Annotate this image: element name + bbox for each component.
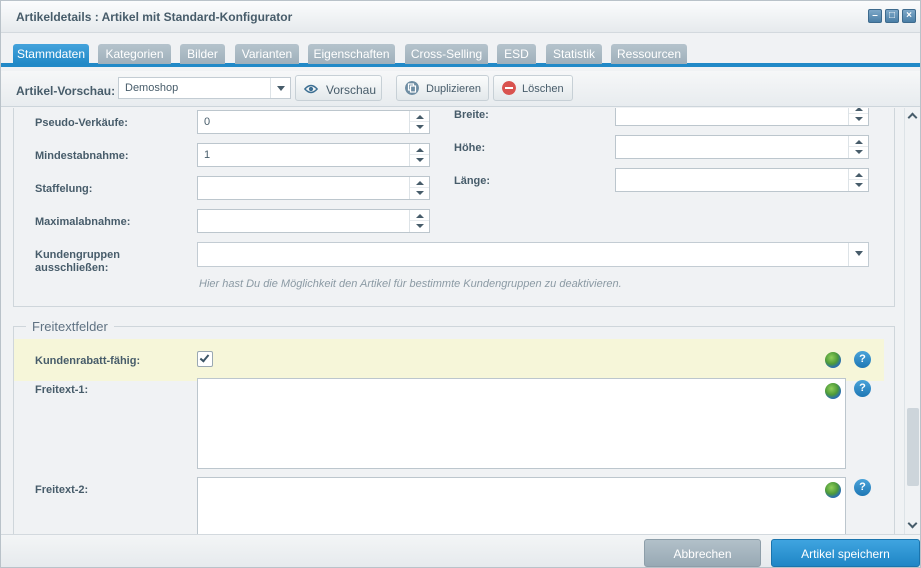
save-article-button[interactable]: Artikel speichern — [771, 539, 920, 567]
tab-statistik[interactable]: Statistik — [546, 44, 602, 64]
checkmark-icon — [199, 352, 210, 363]
copy-icon — [405, 81, 419, 95]
footer: Abbrechen Artikel speichern — [1, 534, 920, 567]
globe-icon[interactable] — [825, 482, 841, 498]
freetext1-textarea[interactable] — [197, 378, 846, 469]
width-field[interactable] — [615, 108, 869, 126]
graduation-label: Staffelung: — [35, 183, 93, 195]
customer-groups-label-line2: ausschließen: — [35, 262, 109, 274]
tab-varianten[interactable]: Varianten — [235, 44, 299, 64]
close-button[interactable]: × — [902, 9, 916, 23]
help-icon[interactable]: ? — [854, 351, 871, 368]
maximize-icon: □ — [888, 10, 896, 21]
tab-esd[interactable]: ESD — [497, 44, 536, 64]
chevron-down-icon[interactable] — [270, 78, 290, 98]
tab-cross-selling[interactable]: Cross-Selling — [405, 44, 488, 64]
min-purchase-field[interactable]: 1 — [197, 143, 430, 167]
help-icon[interactable]: ? — [854, 479, 871, 496]
duplicate-button[interactable]: Duplizieren — [396, 75, 489, 101]
tab-eigenschaften[interactable]: Eigenschaften — [308, 44, 395, 64]
globe-icon[interactable] — [825, 383, 841, 399]
window-title: Artikeldetails : Artikel mit Standard-Ko… — [16, 10, 293, 24]
width-label: Breite: — [454, 109, 489, 121]
spinner[interactable] — [409, 111, 429, 133]
spinner[interactable] — [848, 169, 868, 191]
minimize-button[interactable]: – — [868, 9, 882, 23]
shop-select[interactable]: Demoshop — [118, 77, 291, 99]
vertical-scrollbar[interactable] — [904, 108, 920, 534]
minimize-icon: – — [872, 10, 878, 21]
spinner[interactable] — [409, 177, 429, 199]
preview-button-label: Vorschau — [326, 83, 377, 97]
toolbar: Artikel-Vorschau: Demoshop Vorschau Dupl… — [1, 71, 920, 107]
freetext2-textarea[interactable] — [197, 477, 846, 534]
scrollbar-thumb[interactable] — [907, 408, 919, 486]
minus-circle-icon — [502, 81, 516, 95]
pseudo-sales-field[interactable]: 0 — [197, 110, 430, 134]
tab-bar: Stammdaten Kategorien Bilder Varianten E… — [1, 34, 920, 67]
height-label: Höhe: — [454, 142, 486, 154]
spinner[interactable] — [409, 144, 429, 166]
min-purchase-label: Mindestabnahme: — [35, 150, 129, 162]
min-purchase-value: 1 — [204, 149, 211, 161]
freetext-legend: Freitextfelder — [26, 319, 114, 334]
pseudo-sales-value: 0 — [204, 116, 211, 128]
pseudo-sales-label: Pseudo-Verkäufe: — [35, 117, 128, 129]
cancel-button[interactable]: Abbrechen — [644, 539, 761, 567]
max-purchase-field[interactable] — [197, 209, 430, 233]
eye-icon — [304, 84, 318, 94]
chevron-down-icon[interactable] — [848, 243, 868, 266]
delete-button-label: Löschen — [522, 83, 564, 95]
globe-icon[interactable] — [825, 352, 841, 368]
spinner[interactable] — [409, 210, 429, 232]
preview-button[interactable]: Vorschau — [295, 75, 382, 101]
scroll-up-icon[interactable] — [907, 112, 918, 123]
delete-button[interactable]: Löschen — [493, 75, 573, 101]
customer-groups-hint: Hier hast Du die Möglichkeit den Artikel… — [199, 278, 622, 290]
maximize-button[interactable]: □ — [885, 9, 899, 23]
form-content: Pseudo-Verkäufe: 0 Mindestabnahme: 1 Sta… — [1, 108, 904, 534]
length-field[interactable] — [615, 168, 869, 192]
spinner[interactable] — [848, 136, 868, 158]
spinner[interactable] — [848, 108, 868, 125]
tab-ressourcen[interactable]: Ressourcen — [611, 44, 687, 64]
discount-row — [14, 339, 884, 381]
height-field[interactable] — [615, 135, 869, 159]
help-icon[interactable]: ? — [854, 380, 871, 397]
length-label: Länge: — [454, 175, 491, 187]
freetext2-label: Freitext-2: — [35, 484, 89, 496]
tab-bilder[interactable]: Bilder — [180, 44, 225, 64]
freetext1-label: Freitext-1: — [35, 384, 89, 396]
graduation-field[interactable] — [197, 176, 430, 200]
tab-stammdaten[interactable]: Stammdaten — [13, 44, 89, 64]
tab-kategorien[interactable]: Kategorien — [98, 44, 171, 64]
article-details-window: Artikeldetails : Artikel mit Standard-Ko… — [0, 0, 921, 568]
duplicate-button-label: Duplizieren — [426, 83, 482, 95]
title-bar[interactable]: Artikeldetails : Artikel mit Standard-Ko… — [1, 1, 920, 33]
scroll-down-icon[interactable] — [907, 518, 918, 529]
close-icon: × — [906, 10, 912, 21]
customer-groups-select[interactable] — [197, 242, 869, 267]
max-purchase-label: Maximalabnahme: — [35, 216, 131, 228]
article-preview-label: Artikel-Vorschau: — [16, 84, 116, 98]
shop-select-value: Demoshop — [125, 82, 179, 94]
customer-groups-label-line1: Kundengruppen — [35, 249, 120, 261]
discount-checkbox[interactable] — [197, 351, 213, 367]
discount-label: Kundenrabatt-fähig: — [35, 355, 141, 367]
